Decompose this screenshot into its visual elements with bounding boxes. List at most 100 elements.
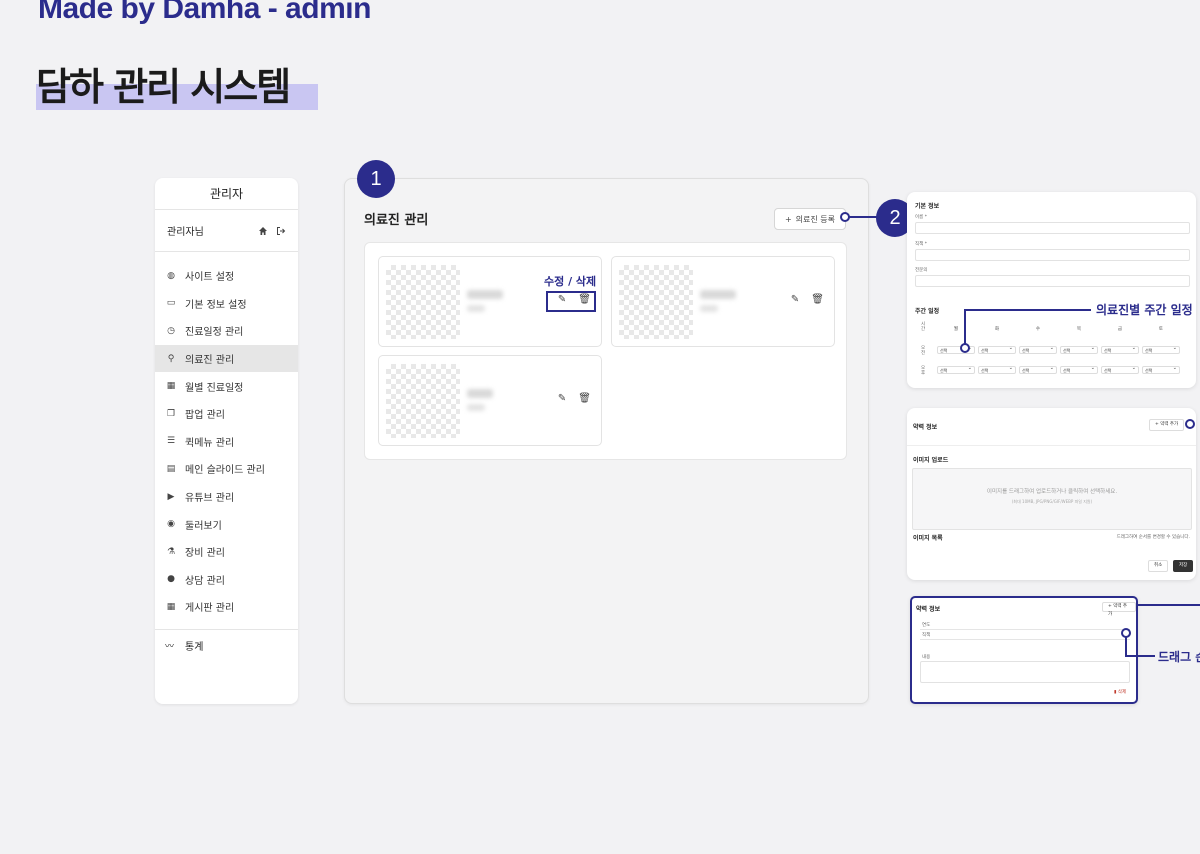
home-icon[interactable] — [258, 226, 268, 236]
add-career2-button[interactable]: + 약력 추가 — [1102, 602, 1136, 617]
doctor-card[interactable]: ✎ 🗑 — [611, 256, 835, 347]
specialty-label: 전문의 — [915, 268, 928, 273]
content-textarea[interactable] — [920, 661, 1130, 683]
sidebar-item-label: 상담 관리 — [185, 575, 225, 587]
schedule-select[interactable]: 선택 — [1142, 345, 1180, 354]
connector-line — [1125, 636, 1127, 656]
edit-icon[interactable]: ✎ — [558, 393, 566, 404]
clock-icon: ◷ — [167, 325, 175, 336]
plus-icon: + — [784, 214, 792, 224]
upload-title: 이미지 업로드 — [913, 457, 949, 464]
doctor-name-blurred — [700, 290, 736, 299]
card-actions: ✎ 🗑 — [558, 294, 591, 305]
field-line — [920, 629, 1130, 630]
calendar-icon: ▦ — [166, 381, 176, 392]
connector-dot — [960, 343, 970, 353]
sidebar-item[interactable]: ◉ 둘러보기 — [155, 510, 298, 538]
page-eyebrow: Made by Damha - admin — [38, 0, 371, 25]
year-label: 연도 — [922, 623, 931, 628]
connector-dot — [1185, 419, 1195, 429]
day-header: 목 — [1076, 327, 1082, 332]
doctor-grid: 수정 / 삭제 ✎ 🗑 ✎ 🗑 ✎ 🗑 — [364, 242, 847, 460]
sidebar-item[interactable]: ▦ 월별 진료일정 — [155, 372, 298, 400]
sidebar-item[interactable]: ◷ 진료일정 관리 — [155, 317, 298, 345]
sidebar-item-label: 퀵메뉴 관리 — [185, 437, 235, 449]
card-actions: ✎ 🗑 — [791, 294, 824, 305]
schedule-select[interactable]: 선택 — [1101, 365, 1139, 374]
name-label: 이름 * — [915, 215, 927, 220]
edit-icon[interactable]: ✎ — [558, 294, 566, 305]
trash-icon[interactable]: 🗑 — [578, 393, 591, 404]
delete-career-button[interactable]: ▮ 삭제 — [1114, 689, 1126, 695]
schedule-select[interactable]: 선택 — [1019, 365, 1057, 374]
basic-info-panel: 기본 정보 이름 * 직책 * 전문의 주간 일정 시간 월 화 수 목 금 토 오전 선… — [907, 192, 1196, 388]
sidebar-item-stats[interactable]: 〰 통계 — [155, 632, 298, 660]
card-actions: ✎ 🗑 — [558, 393, 591, 404]
user-icon: ⚲ — [167, 353, 175, 364]
trash-icon[interactable]: 🗑 — [811, 294, 824, 305]
image-dropzone[interactable]: 이미지를 드래그하여 업로드하거나 클릭하여 선택하세요. (최대 10MB, … — [912, 468, 1192, 530]
sidebar-item[interactable]: ▶ 유튜브 관리 — [155, 483, 298, 511]
sidebar-item-label: 기본 정보 설정 — [185, 299, 247, 311]
sidebar-item[interactable]: ▭ 기본 정보 설정 — [155, 290, 298, 318]
sidebar-item[interactable]: ▦ 게시판 관리 — [155, 593, 298, 621]
sidebar-item[interactable]: ☰ 퀵메뉴 관리 — [155, 428, 298, 456]
logout-icon[interactable] — [276, 226, 286, 236]
schedule-select[interactable]: 선택 — [1101, 345, 1139, 354]
cancel-button[interactable]: 취소 — [1148, 560, 1169, 572]
role2-label: 직책 — [922, 633, 931, 638]
connector-line — [845, 216, 879, 218]
add-career-button[interactable]: + 약력 추가 — [1149, 419, 1185, 431]
image-list-title: 이미지 목록 — [913, 535, 943, 542]
basic-info-title: 기본 정보 — [915, 203, 940, 210]
edit-icon[interactable]: ✎ — [791, 294, 799, 305]
content-label: 내용 — [922, 655, 931, 660]
role-input[interactable] — [915, 249, 1190, 261]
chat-icon: ● — [167, 574, 175, 585]
pm-label: 오후 — [921, 366, 926, 376]
career2-title: 약력 정보 — [916, 606, 941, 613]
field-line — [920, 639, 1130, 640]
sidebar-item[interactable]: ⚗ 장비 관리 — [155, 538, 298, 566]
weekly-schedule-callout: 의료진별 주간 일정 — [1096, 303, 1193, 317]
sidebar-item[interactable]: ▤ 메인 슬라이드 관리 — [155, 455, 298, 483]
specialty-input[interactable] — [915, 275, 1190, 287]
schedule-select[interactable]: 선택 — [978, 365, 1016, 374]
globe-icon: ◍ — [167, 270, 175, 281]
save-button[interactable]: 저장 — [1173, 560, 1194, 572]
connector-line — [964, 309, 966, 347]
register-button-label: 의료진 등록 — [795, 214, 836, 224]
connector-line — [1138, 604, 1200, 606]
day-header: 금 — [1117, 327, 1123, 332]
sidebar-item-label: 사이트 설정 — [185, 272, 235, 284]
schedule-select[interactable]: 선택 — [1142, 365, 1180, 374]
delete-label: 삭제 — [1117, 690, 1127, 695]
schedule-select[interactable]: 선택 — [1019, 345, 1057, 354]
sidebar-item-label: 게시판 관리 — [185, 603, 235, 615]
doctor-role-blurred — [700, 305, 718, 312]
career-form-panel: 약력 정보 + 약력 추가 연도 직책 내용 ▮ 삭제 — [910, 596, 1138, 704]
image-list-hint: 드래그하여 순서를 변경할 수 있습니다. — [1116, 535, 1190, 540]
register-doctor-button[interactable]: + 의료진 등록 — [774, 208, 846, 230]
sidebar-item-label: 장비 관리 — [185, 548, 225, 560]
image-upload-panel: 약력 정보 + 약력 추가 이미지 업로드 이미지를 드래그하여 업로드하거나 … — [907, 408, 1196, 580]
schedule-select[interactable]: 선택 — [1060, 345, 1098, 354]
sidebar-item[interactable]: ❐ 팝업 관리 — [155, 400, 298, 428]
sidebar-item[interactable]: ◍ 사이트 설정 — [155, 262, 298, 290]
name-input[interactable] — [915, 222, 1190, 234]
dropzone-subtext: (최대 10MB, JPG/PNG/GIF/WEBP 파일 지원) — [1011, 499, 1093, 504]
sidebar-user: 관리자님 — [155, 210, 298, 252]
sidebar-item[interactable]: ⚲ 의료진 관리 — [155, 344, 298, 373]
doctor-card[interactable]: ✎ 🗑 — [378, 355, 602, 446]
sidebar-item-label: 월별 진료일정 — [185, 382, 244, 394]
day-header: 월 — [953, 327, 959, 332]
doctor-card[interactable]: 수정 / 삭제 ✎ 🗑 — [378, 256, 602, 347]
youtube-icon: ▶ — [167, 491, 175, 502]
schedule-select[interactable]: 선택 — [937, 365, 975, 374]
schedule-select[interactable]: 선택 — [978, 345, 1016, 354]
schedule-select[interactable]: 선택 — [1060, 365, 1098, 374]
connector-line — [1125, 655, 1155, 657]
sidebar-item[interactable]: ● 상담 관리 — [155, 566, 298, 594]
add-career-label: 약력 추가 — [1160, 422, 1179, 427]
trash-icon[interactable]: 🗑 — [578, 294, 591, 305]
